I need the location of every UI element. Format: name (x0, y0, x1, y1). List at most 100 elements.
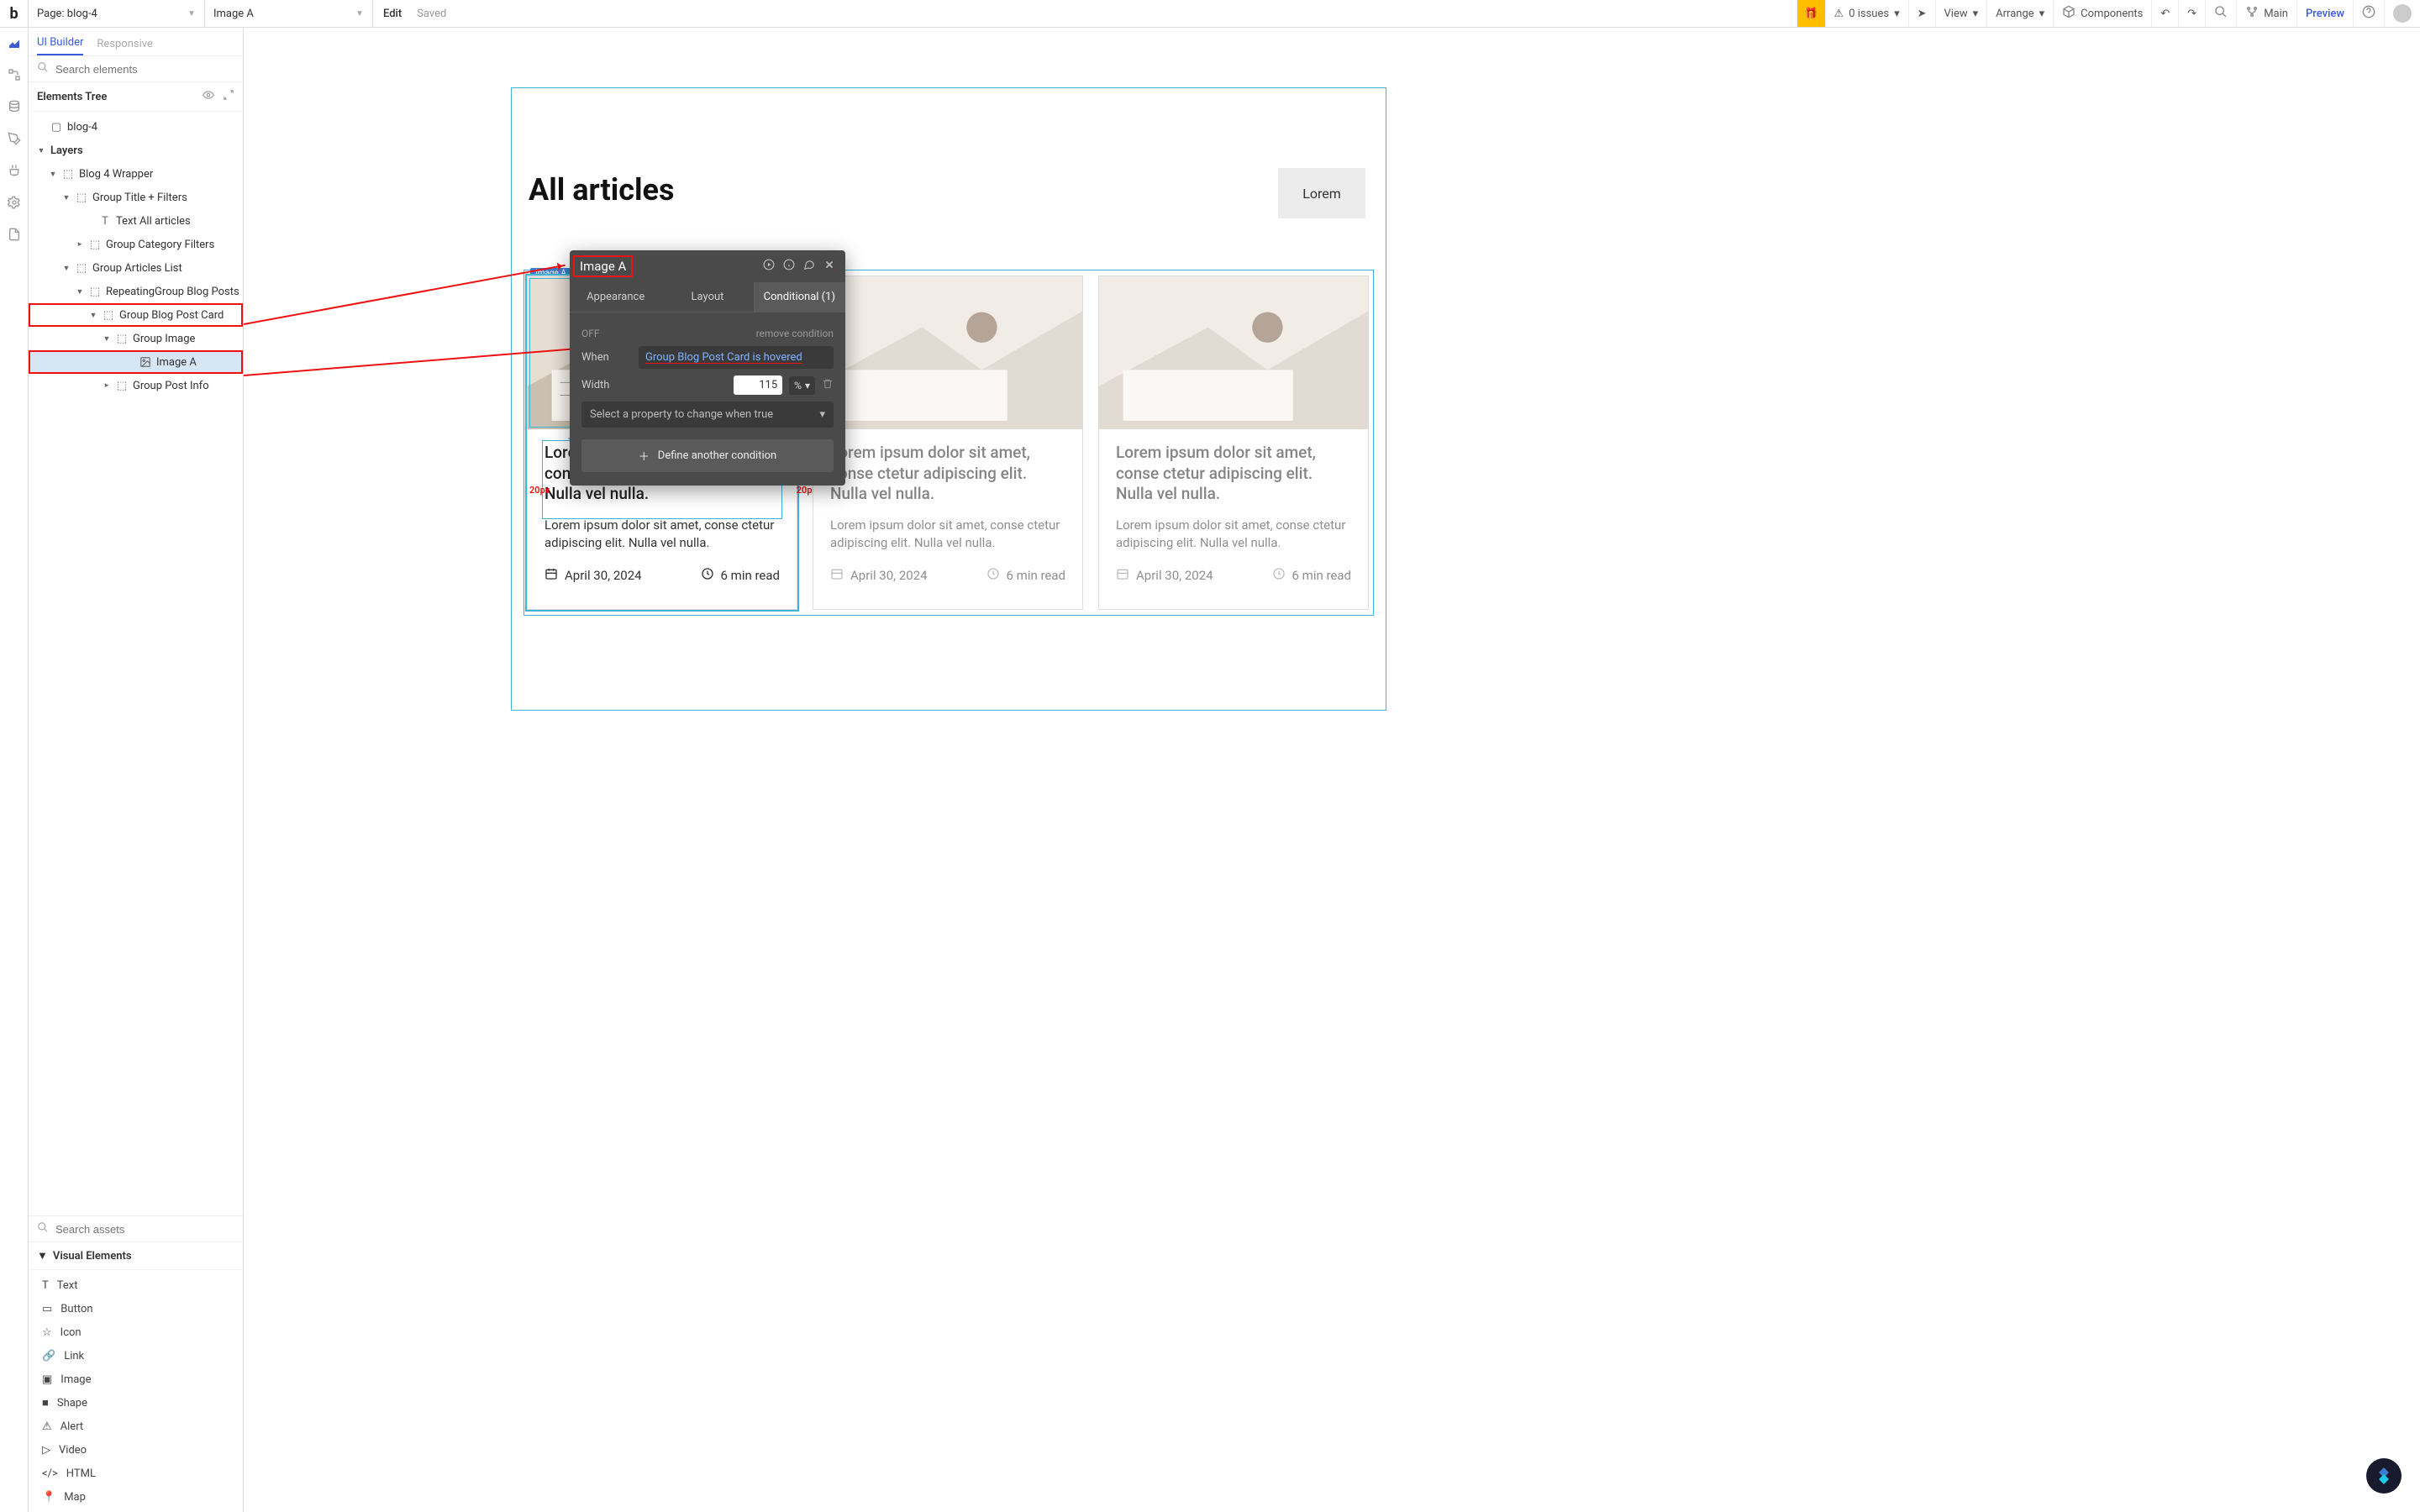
elements-search-input[interactable] (55, 63, 234, 76)
tree-node[interactable]: ▼⬚Group Image (29, 327, 243, 350)
eye-icon[interactable] (203, 89, 214, 104)
elements-search[interactable] (29, 56, 243, 82)
close-icon[interactable] (823, 259, 835, 274)
workflow-tab-icon[interactable] (6, 66, 23, 83)
width-input[interactable]: 115 (734, 375, 782, 395)
tree-node-layers[interactable]: ▼Layers (29, 139, 243, 162)
assets-search[interactable] (29, 1216, 243, 1242)
condition-toggle[interactable]: OFF (581, 328, 600, 339)
chevron-down-icon[interactable]: ▼ (89, 311, 97, 320)
tree-node[interactable]: ▸⬚Group Category Filters (29, 233, 243, 256)
tree-node-page[interactable]: ▢blog-4 (29, 115, 243, 139)
when-expression[interactable]: Group Blog Post Card is hovered (639, 346, 834, 369)
chevron-down-icon: ▼ (355, 9, 364, 18)
tab-appearance[interactable]: Appearance (570, 282, 661, 312)
chevron-down-icon[interactable]: ▼ (103, 334, 111, 344)
popup-header[interactable]: Image A (570, 250, 845, 282)
tree-node[interactable]: ▼⬚RepeatingGroup Blog Posts (29, 280, 243, 303)
branch-button[interactable]: Main (2236, 0, 2296, 27)
help-button[interactable] (2353, 0, 2384, 27)
tree-node[interactable]: ▼⬚Blog 4 Wrapper (29, 162, 243, 186)
components-button[interactable]: Components (2053, 0, 2151, 27)
left-panel: UI Builder Responsive Elements Tree ▢blo… (29, 28, 244, 1512)
data-tab-icon[interactable] (6, 98, 23, 115)
property-editor[interactable]: Image A Appearance Layout Conditional (1… (570, 250, 845, 486)
chevron-down-icon[interactable]: ▼ (49, 170, 57, 179)
issues-button[interactable]: ⚠ 0 issues ▾ (1825, 0, 1908, 27)
chevron-down-icon[interactable]: ▼ (62, 193, 71, 202)
edit-mode-label[interactable]: Edit (373, 8, 412, 20)
tree-node[interactable]: TText All articles (29, 209, 243, 233)
ve-text[interactable]: TText (29, 1273, 243, 1297)
styles-tab-icon[interactable] (6, 130, 23, 147)
card-image (813, 276, 1082, 429)
design-tab-icon[interactable] (6, 34, 23, 51)
property-selector[interactable]: Select a property to change when true ▾ (581, 402, 834, 428)
canvas[interactable]: All articles Lorem Image A TText Lorem i… (244, 28, 2420, 1512)
element-selector[interactable]: Image A ▼ (205, 0, 373, 27)
code-icon: </> (42, 1467, 58, 1480)
page-title[interactable]: All articles (529, 172, 674, 207)
blog-card-2[interactable]: Lorem ipsum dolor sit amet, conse ctetur… (813, 276, 1083, 610)
undo-button[interactable]: ↶ (2151, 0, 2178, 27)
visual-elements-header[interactable]: ▼ Visual Elements (29, 1242, 243, 1270)
define-condition-button[interactable]: ＋ Define another condition (581, 439, 834, 472)
expand-icon[interactable] (223, 89, 234, 104)
comment-icon[interactable] (803, 259, 815, 274)
chevron-down-icon[interactable]: ▼ (37, 146, 45, 155)
card-meta: April 30, 2024 6 min read (544, 567, 780, 584)
chevron-down-icon: ▾ (1894, 8, 1900, 20)
help-badge[interactable] (2366, 1458, 2402, 1494)
ve-map[interactable]: 📍Map (29, 1485, 243, 1509)
tab-ui-builder[interactable]: UI Builder (37, 36, 83, 55)
ve-shape[interactable]: ■Shape (29, 1391, 243, 1415)
ve-video[interactable]: ▷Video (29, 1438, 243, 1462)
gift-button[interactable]: 🎁 (1797, 0, 1825, 27)
pointer-button[interactable]: ➤ (1908, 0, 1935, 27)
blog-card-3[interactable]: Lorem ipsum dolor sit amet, conse ctetur… (1098, 276, 1369, 610)
app-logo[interactable]: b (0, 0, 29, 27)
card-body[interactable]: Lorem ipsum dolor sit amet, conse ctetur… (544, 517, 780, 552)
settings-tab-icon[interactable] (6, 194, 23, 211)
chevron-right-icon[interactable]: ▸ (76, 240, 84, 249)
search-button[interactable] (2205, 0, 2236, 27)
preview-button[interactable]: Preview (2296, 0, 2353, 27)
tree-node-image-a[interactable]: Image A (29, 350, 243, 374)
delete-property[interactable] (822, 378, 834, 393)
tree-node[interactable]: ▸⬚Group Post Info (29, 374, 243, 397)
account-button[interactable] (2384, 0, 2420, 27)
logs-tab-icon[interactable] (6, 226, 23, 243)
remove-condition[interactable]: remove condition (756, 328, 834, 339)
tree-node-blogpost-card[interactable]: ▼⬚Group Blog Post Card (29, 303, 243, 327)
clock-icon (701, 567, 714, 584)
page-selector[interactable]: Page: blog-4 ▼ (29, 0, 205, 27)
clock-icon (1272, 567, 1286, 584)
tab-conditional[interactable]: Conditional (1) (754, 282, 845, 312)
plugins-tab-icon[interactable] (6, 162, 23, 179)
lorem-button[interactable]: Lorem (1278, 168, 1365, 218)
play-icon[interactable] (763, 259, 775, 274)
chevron-right-icon[interactable]: ▸ (103, 381, 111, 390)
redo-button[interactable]: ↷ (2178, 0, 2205, 27)
tab-layout[interactable]: Layout (661, 282, 753, 312)
chevron-down-icon[interactable]: ▼ (62, 264, 71, 273)
tab-responsive[interactable]: Responsive (97, 38, 153, 55)
info-icon[interactable] (783, 259, 795, 274)
ve-button[interactable]: ▭Button (29, 1297, 243, 1320)
card-date: April 30, 2024 (565, 568, 642, 583)
ve-image[interactable]: ▣Image (29, 1368, 243, 1391)
branch-label: Main (2264, 8, 2288, 20)
tree-node[interactable]: ▼⬚Group Articles List (29, 256, 243, 280)
shape-icon: ■ (42, 1396, 49, 1410)
arrange-menu[interactable]: Arrange ▾ (1986, 0, 2053, 27)
ve-icon[interactable]: ☆Icon (29, 1320, 243, 1344)
chevron-down-icon[interactable]: ▼ (76, 287, 84, 297)
assets-search-input[interactable] (55, 1223, 234, 1236)
ve-html[interactable]: </>HTML (29, 1462, 243, 1485)
tree-node[interactable]: ▼⬚Group Title + Filters (29, 186, 243, 209)
width-unit[interactable]: %▾ (789, 376, 815, 395)
pin-icon: 📍 (42, 1491, 55, 1504)
view-menu[interactable]: View ▾ (1935, 0, 1987, 27)
ve-alert[interactable]: ⚠Alert (29, 1415, 243, 1438)
ve-link[interactable]: 🔗Link (29, 1344, 243, 1368)
